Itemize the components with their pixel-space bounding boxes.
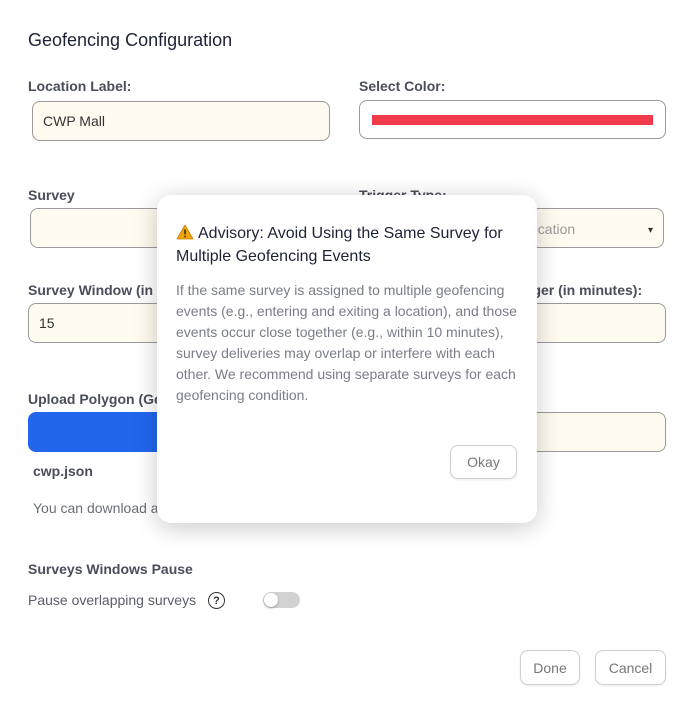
location-input-value: CWP Mall (43, 113, 105, 129)
advisory-modal: Advisory: Avoid Using the Same Survey fo… (157, 195, 537, 523)
warning-triangle-icon (176, 224, 194, 240)
pause-section-title: Surveys Windows Pause (28, 561, 193, 577)
pause-toggle[interactable] (263, 592, 300, 608)
download-sample-text: You can download a (33, 500, 159, 516)
page-title: Geofencing Configuration (28, 30, 233, 50)
color-swatch (372, 115, 653, 125)
cancel-button[interactable]: Cancel (595, 650, 666, 685)
done-button[interactable]: Done (520, 650, 580, 685)
help-icon[interactable]: ? (208, 592, 225, 609)
modal-title: Advisory: Avoid Using the Same Survey fo… (176, 225, 503, 265)
modal-body: If the same survey is assigned to multip… (176, 282, 517, 403)
pause-toggle-label: Pause overlapping surveys (28, 592, 197, 608)
modal-title-row: Advisory: Avoid Using the Same Survey fo… (176, 222, 521, 268)
uploaded-filename: cwp.json (33, 463, 93, 479)
survey-window-value: 15 (39, 315, 55, 331)
color-picker[interactable] (359, 100, 666, 139)
delay-trigger-label: igger (in minutes): (520, 282, 643, 298)
toggle-knob (264, 593, 278, 607)
location-input[interactable]: CWP Mall (32, 101, 330, 141)
survey-label: Survey (28, 187, 75, 203)
location-label: Location Label: (28, 78, 132, 94)
survey-window-label: Survey Window (in (28, 282, 154, 298)
upload-polygon-label: Upload Polygon (Ge (28, 391, 162, 407)
chevron-down-icon: ▾ (647, 225, 653, 236)
okay-button[interactable]: Okay (450, 445, 517, 479)
color-label: Select Color: (359, 78, 446, 94)
